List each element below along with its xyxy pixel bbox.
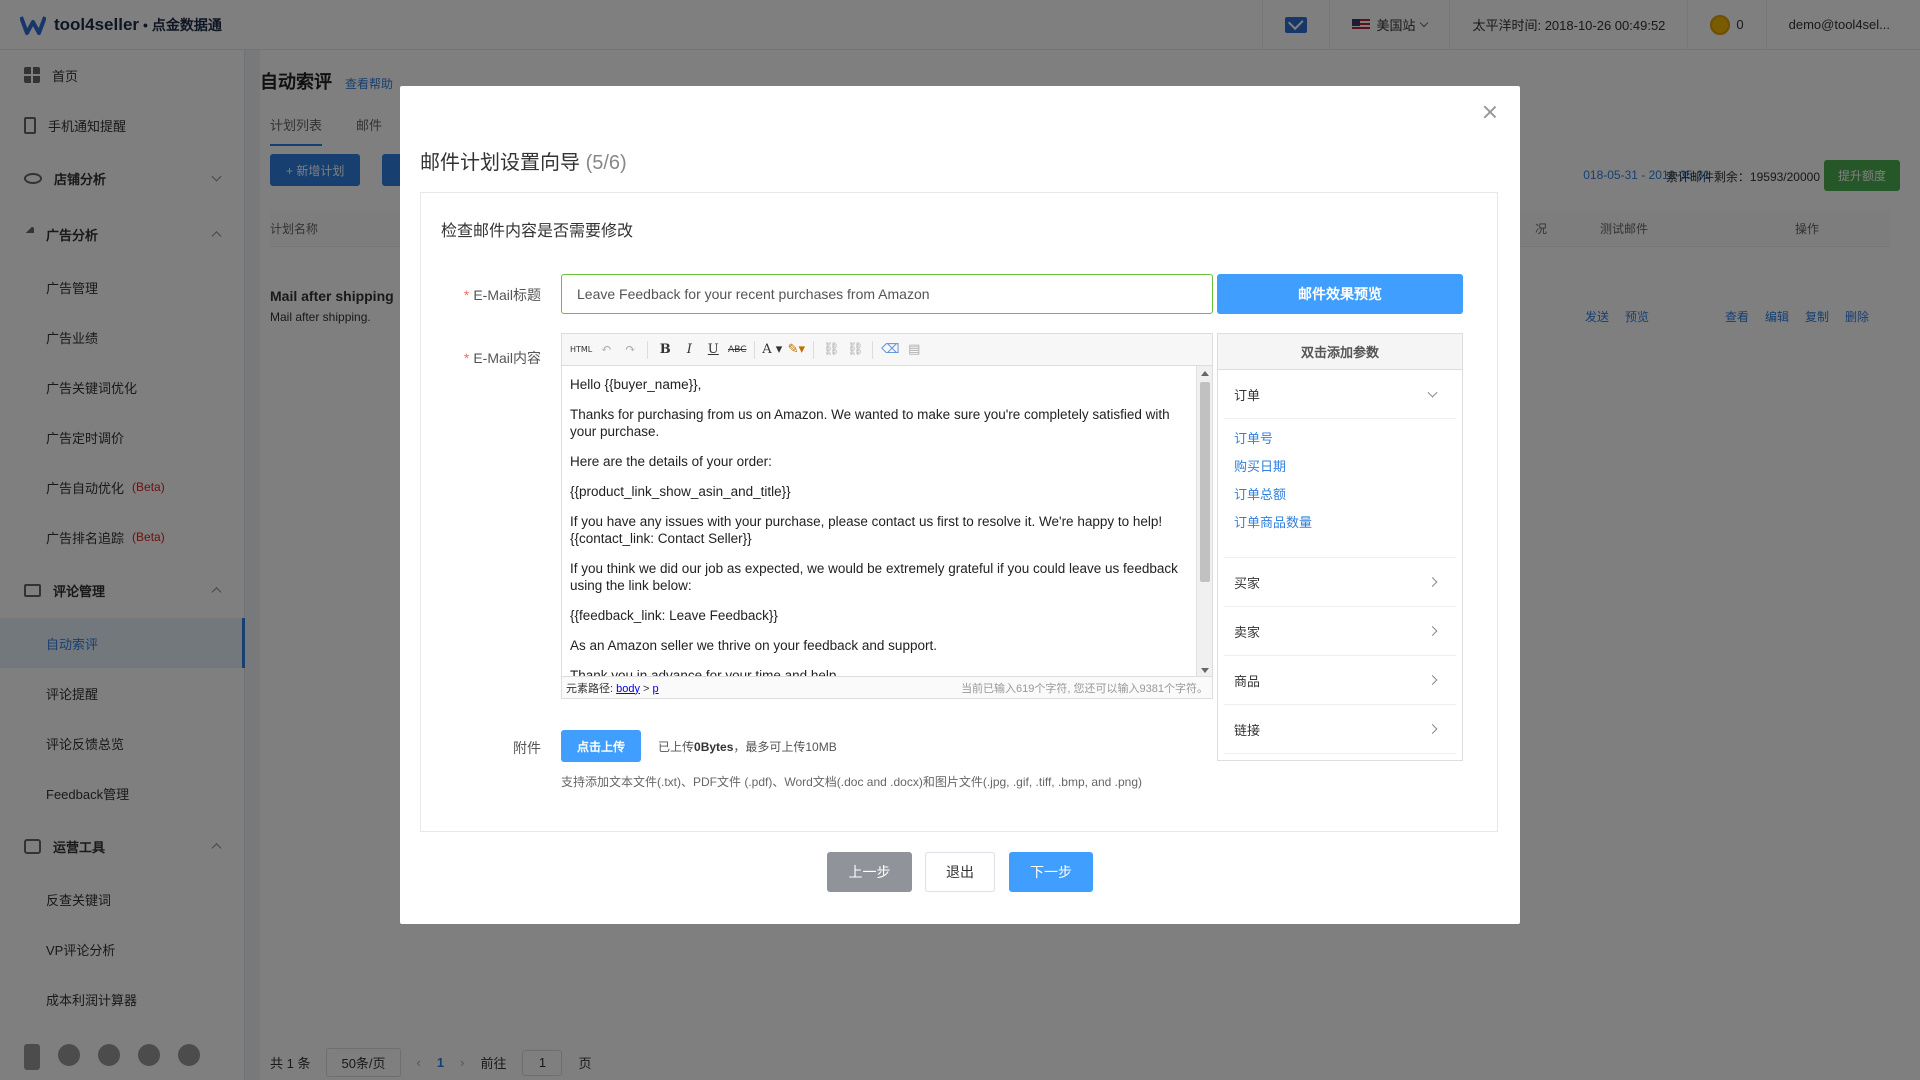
highlight-color-icon[interactable]: ✎▾ [786, 340, 806, 360]
attachment-info: 已上传0Bytes，最多可上传10MB [658, 738, 837, 755]
email-preview-button[interactable]: 邮件效果预览 [1217, 274, 1463, 314]
body-paragraph: Hello {{buyer_name}}, [570, 377, 702, 392]
attachment-info-suffix: ，最多可上传10MB [733, 740, 837, 754]
body-paragraph: Here are the details of your order: [570, 454, 772, 469]
wizard-panel: 检查邮件内容是否需要修改 *E-Mail标题 邮件效果预览 *E-Mail内容 … [420, 192, 1498, 832]
attachment-file-types: 支持添加文本文件(.txt)、PDF文件 (.pdf)、Word文档(.doc … [561, 775, 1143, 789]
chevron-right-icon [1427, 626, 1438, 636]
editor-scrollbar[interactable] [1196, 366, 1212, 678]
body-paragraph: If you have any issues with your purchas… [570, 514, 1163, 546]
attachment-size: 0Bytes [694, 740, 734, 754]
modal-title: 邮件计划设置向导 (5/6) [420, 146, 627, 175]
scroll-down-icon[interactable] [1201, 668, 1209, 673]
strikethrough-icon[interactable]: ABC [727, 340, 747, 360]
scroll-up-icon[interactable] [1201, 371, 1209, 376]
chevron-right-icon [1427, 724, 1438, 734]
param-order-number[interactable]: 订单号 [1234, 425, 1446, 453]
param-group-label: 商品 [1234, 673, 1261, 689]
element-path: 元素路径: body > p [566, 682, 659, 695]
content-label: * E-Mail内容 [463, 350, 541, 366]
chevron-right-icon [1427, 577, 1438, 587]
order-param-list: 订单号 购买日期 订单总额 订单商品数量 [1224, 419, 1456, 558]
editor-status-bar: 元素路径: body > p 当前已输入619个字符, 您还可以输入9381个字… [562, 676, 1212, 698]
italic-icon[interactable]: I [679, 340, 699, 360]
param-group-label: 卖家 [1234, 624, 1261, 640]
unlink-icon[interactable]: ⛓ [845, 340, 865, 360]
upload-attachment-button[interactable]: 点击上传 [561, 730, 641, 762]
param-group-order[interactable]: 订单 [1224, 370, 1456, 419]
body-paragraph: As an Amazon seller we thrive on your fe… [570, 638, 937, 653]
param-group-product[interactable]: 商品 [1224, 656, 1456, 705]
param-group-label: 订单 [1234, 387, 1261, 403]
param-order-total[interactable]: 订单总额 [1234, 481, 1446, 509]
paste-text-icon[interactable]: ▤ [904, 340, 924, 360]
param-group-seller[interactable]: 卖家 [1224, 607, 1456, 656]
character-count: 当前已输入619个字符, 您还可以输入9381个字符。 [961, 682, 1208, 695]
eraser-icon[interactable]: ⌫ [880, 340, 900, 360]
editor-toolbar: HTML ↶ ↷ B I U ABC A ▾ ✎▾ ⛓ ⛓ ⌫ ▤ [562, 334, 1212, 366]
parameter-panel-title: 双击添加参数 [1218, 334, 1462, 370]
underline-icon[interactable]: U [703, 340, 723, 360]
attachment-label: 附件 [513, 740, 541, 756]
param-purchase-date[interactable]: 购买日期 [1234, 453, 1446, 481]
param-group-label: 链接 [1234, 722, 1261, 738]
html-source-icon[interactable]: HTML [570, 340, 592, 360]
param-group-buyer[interactable]: 买家 [1224, 558, 1456, 607]
email-plan-wizard-modal: 邮件计划设置向导 (5/6) 检查邮件内容是否需要修改 *E-Mail标题 邮件… [400, 86, 1520, 924]
parameter-panel: 双击添加参数 订单 订单号 购买日期 订单总额 订单商品数量 买家 卖家 商品 … [1217, 333, 1463, 761]
rich-text-editor: HTML ↶ ↷ B I U ABC A ▾ ✎▾ ⛓ ⛓ ⌫ ▤ Hello … [561, 333, 1213, 699]
path-p-link[interactable]: p [653, 683, 659, 695]
undo-icon[interactable]: ↶ [596, 340, 616, 360]
param-order-quantity[interactable]: 订单商品数量 [1234, 509, 1446, 537]
body-paragraph: If you think we did our job as expected,… [570, 561, 1178, 593]
chevron-right-icon [1427, 675, 1438, 685]
path-body-link[interactable]: body [616, 683, 640, 695]
previous-step-button[interactable]: 上一步 [827, 852, 912, 892]
body-paragraph: {{product_link_show_asin_and_title}} [570, 484, 791, 499]
email-subject-input[interactable] [561, 274, 1213, 314]
next-step-button[interactable]: 下一步 [1009, 852, 1093, 892]
modal-title-text: 邮件计划设置向导 [420, 152, 580, 174]
link-icon[interactable]: ⛓ [821, 340, 841, 360]
wizard-step: (5/6) [585, 152, 627, 174]
chevron-down-icon [1427, 387, 1438, 398]
exit-button[interactable]: 退出 [925, 852, 995, 892]
section-title: 检查邮件内容是否需要修改 [441, 223, 634, 240]
subject-label: * E-Mail标题 [463, 287, 541, 303]
font-color-icon[interactable]: A ▾ [762, 340, 782, 360]
close-icon[interactable] [1482, 104, 1498, 120]
attachment-info-prefix: 已上传 [658, 740, 695, 754]
element-path-label: 元素路径: [566, 682, 614, 695]
email-body-editor[interactable]: Hello {{buyer_name}}, Thanks for purchas… [562, 366, 1198, 678]
body-paragraph: {{feedback_link: Leave Feedback}} [570, 608, 778, 623]
redo-icon[interactable]: ↷ [620, 340, 640, 360]
scroll-thumb[interactable] [1200, 382, 1210, 582]
bold-icon[interactable]: B [655, 340, 675, 360]
param-group-link[interactable]: 链接 [1224, 705, 1456, 754]
param-group-label: 买家 [1234, 575, 1261, 591]
body-paragraph: Thanks for purchasing from us on Amazon.… [570, 407, 1170, 439]
